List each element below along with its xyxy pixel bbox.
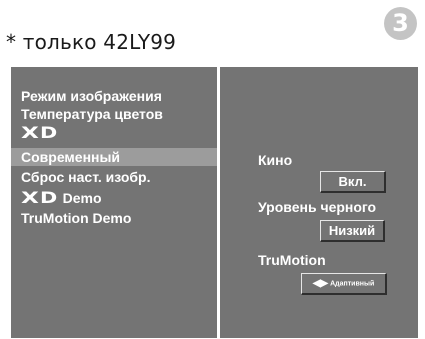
menu-item-label: Demo — [62, 190, 102, 206]
black-level-label: Уровень черного — [258, 199, 377, 215]
trumotion-label: TruMotion — [258, 252, 326, 268]
trumotion-value-box[interactable]: ◀▶ Адаптивный — [301, 273, 387, 295]
trumotion-value: Адаптивный — [330, 280, 375, 288]
step-number-badge: 3 — [384, 7, 417, 40]
model-note: * только 42LY99 — [6, 30, 177, 54]
menu-item-xd[interactable]: XD — [11, 124, 217, 146]
kino-label: Кино — [258, 152, 293, 168]
menu-item-reset-picture[interactable]: Сброс наст. изобр. — [11, 168, 217, 186]
black-level-value-box[interactable]: Низкий — [320, 220, 385, 242]
xd-logo: XD — [21, 123, 58, 142]
xd-logo: XD — [21, 188, 58, 207]
kino-value-box[interactable]: Вкл. — [320, 171, 386, 193]
menu-item-label: Режим изображения — [21, 88, 162, 104]
black-level-value: Низкий — [328, 223, 376, 238]
option-panel: Кино Вкл. Уровень черного Низкий TruMoti… — [220, 67, 418, 338]
tv-osd-menu: Режим изображения Температура цветов XD … — [11, 67, 418, 338]
menu-item-label: Современный — [21, 149, 121, 165]
menu-item-color-temperature[interactable]: Температура цветов — [11, 105, 217, 123]
menu-item-modern[interactable]: Современный — [11, 148, 217, 166]
menu-item-trumotion-demo[interactable]: TruMotion Demo — [11, 209, 217, 227]
menu-item-label: TruMotion Demo — [21, 210, 132, 226]
menu-item-label: Сброс наст. изобр. — [21, 169, 151, 185]
menu-item-picture-mode[interactable]: Режим изображения — [11, 87, 217, 105]
menu-item-label: Температура цветов — [21, 106, 163, 122]
kino-value: Вкл. — [338, 174, 367, 189]
menu-item-xd-demo[interactable]: X D Demo — [11, 189, 217, 207]
left-right-arrows-icon: ◀▶ — [312, 278, 329, 289]
picture-menu-list: Режим изображения Температура цветов XD … — [11, 67, 217, 338]
